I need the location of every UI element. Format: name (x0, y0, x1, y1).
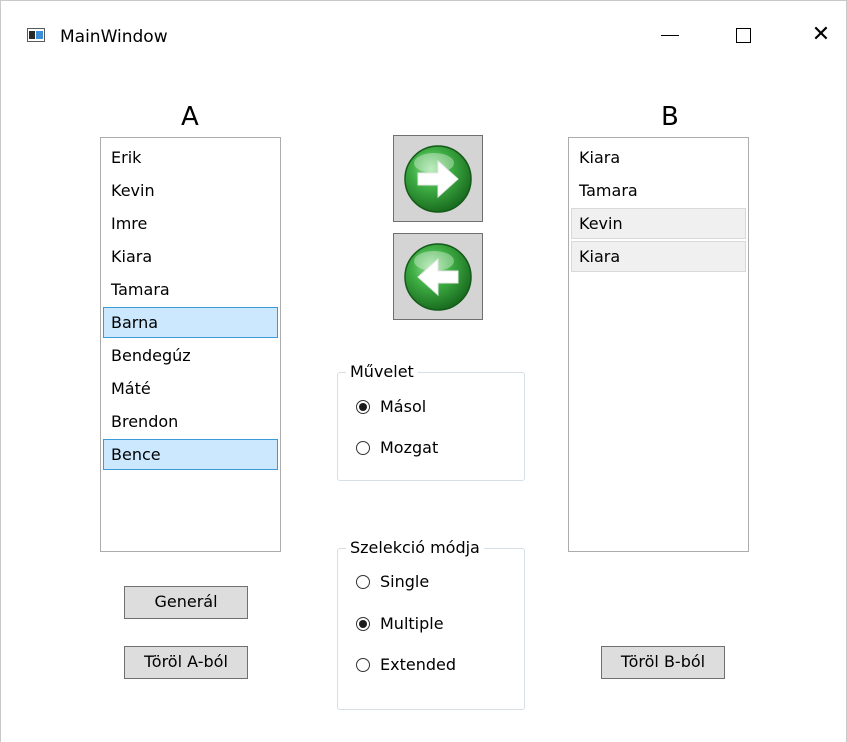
radio-move-indicator (356, 440, 370, 455)
list-item[interactable]: Kiara (103, 241, 278, 272)
minimize-button[interactable] (647, 15, 693, 55)
radio-extended[interactable]: Extended (356, 655, 456, 674)
list-item[interactable]: Kevin (103, 175, 278, 206)
operation-group: Művelet Másol Mozgat (337, 362, 525, 481)
selection-mode-group-title: Szelekció módja (346, 538, 484, 557)
list-item[interactable]: Erik (103, 142, 278, 173)
minimize-icon (661, 34, 679, 36)
generate-button[interactable]: Generál (124, 586, 248, 619)
radio-extended-indicator (356, 657, 370, 672)
list-item[interactable]: Bence (103, 439, 278, 470)
radio-copy-label: Másol (380, 397, 427, 416)
radio-single-indicator (356, 574, 370, 589)
list-item[interactable]: Tamara (103, 274, 278, 305)
title-bar[interactable]: MainWindow ✕ (1, 1, 847, 47)
move-left-button[interactable] (393, 233, 483, 320)
radio-move[interactable]: Mozgat (356, 438, 438, 457)
close-button[interactable]: ✕ (798, 15, 844, 55)
list-item[interactable]: Kiara (571, 241, 746, 272)
clear-b-button[interactable]: Töröl B-ból (601, 646, 725, 679)
app-icon (27, 28, 45, 42)
radio-single[interactable]: Single (356, 572, 429, 591)
list-item[interactable]: Imre (103, 208, 278, 239)
maximize-icon (735, 27, 751, 43)
list-item[interactable]: Barna (103, 307, 278, 338)
radio-extended-label: Extended (380, 655, 456, 674)
list-item[interactable]: Bendegúz (103, 340, 278, 371)
list-a-header: A (181, 102, 199, 132)
window-title: MainWindow (60, 27, 168, 47)
list-item[interactable]: Tamara (571, 175, 746, 206)
maximize-button[interactable] (720, 15, 766, 55)
radio-move-label: Mozgat (380, 438, 439, 457)
list-item[interactable]: Kiara (571, 142, 746, 173)
radio-multiple-indicator (356, 616, 370, 631)
main-window: MainWindow ✕ A Erik Kevin Imre Kiara Tamara B… (0, 0, 847, 742)
list-item[interactable]: Kevin (571, 208, 746, 239)
list-item[interactable]: Máté (103, 373, 278, 404)
radio-copy[interactable]: Másol (356, 397, 426, 416)
clear-a-button[interactable]: Töröl A-ból (124, 646, 248, 679)
arrow-right-icon (404, 144, 472, 213)
list-b[interactable]: Kiara Tamara Kevin Kiara (568, 137, 749, 552)
list-b-header: B (661, 102, 679, 132)
radio-copy-indicator (356, 399, 370, 414)
operation-group-title: Művelet (346, 362, 418, 381)
selection-mode-group: Szelekció módja Single Multiple Extended (337, 538, 525, 710)
move-right-button[interactable] (393, 135, 483, 222)
close-icon: ✕ (811, 22, 831, 47)
radio-multiple[interactable]: Multiple (356, 614, 444, 633)
radio-single-label: Single (380, 572, 430, 591)
list-a[interactable]: Erik Kevin Imre Kiara Tamara Barna Bendegúz Mát… (100, 137, 281, 552)
arrow-left-icon (404, 242, 472, 311)
radio-multiple-label: Multiple (380, 614, 444, 633)
list-item[interactable]: Brendon (103, 406, 278, 437)
